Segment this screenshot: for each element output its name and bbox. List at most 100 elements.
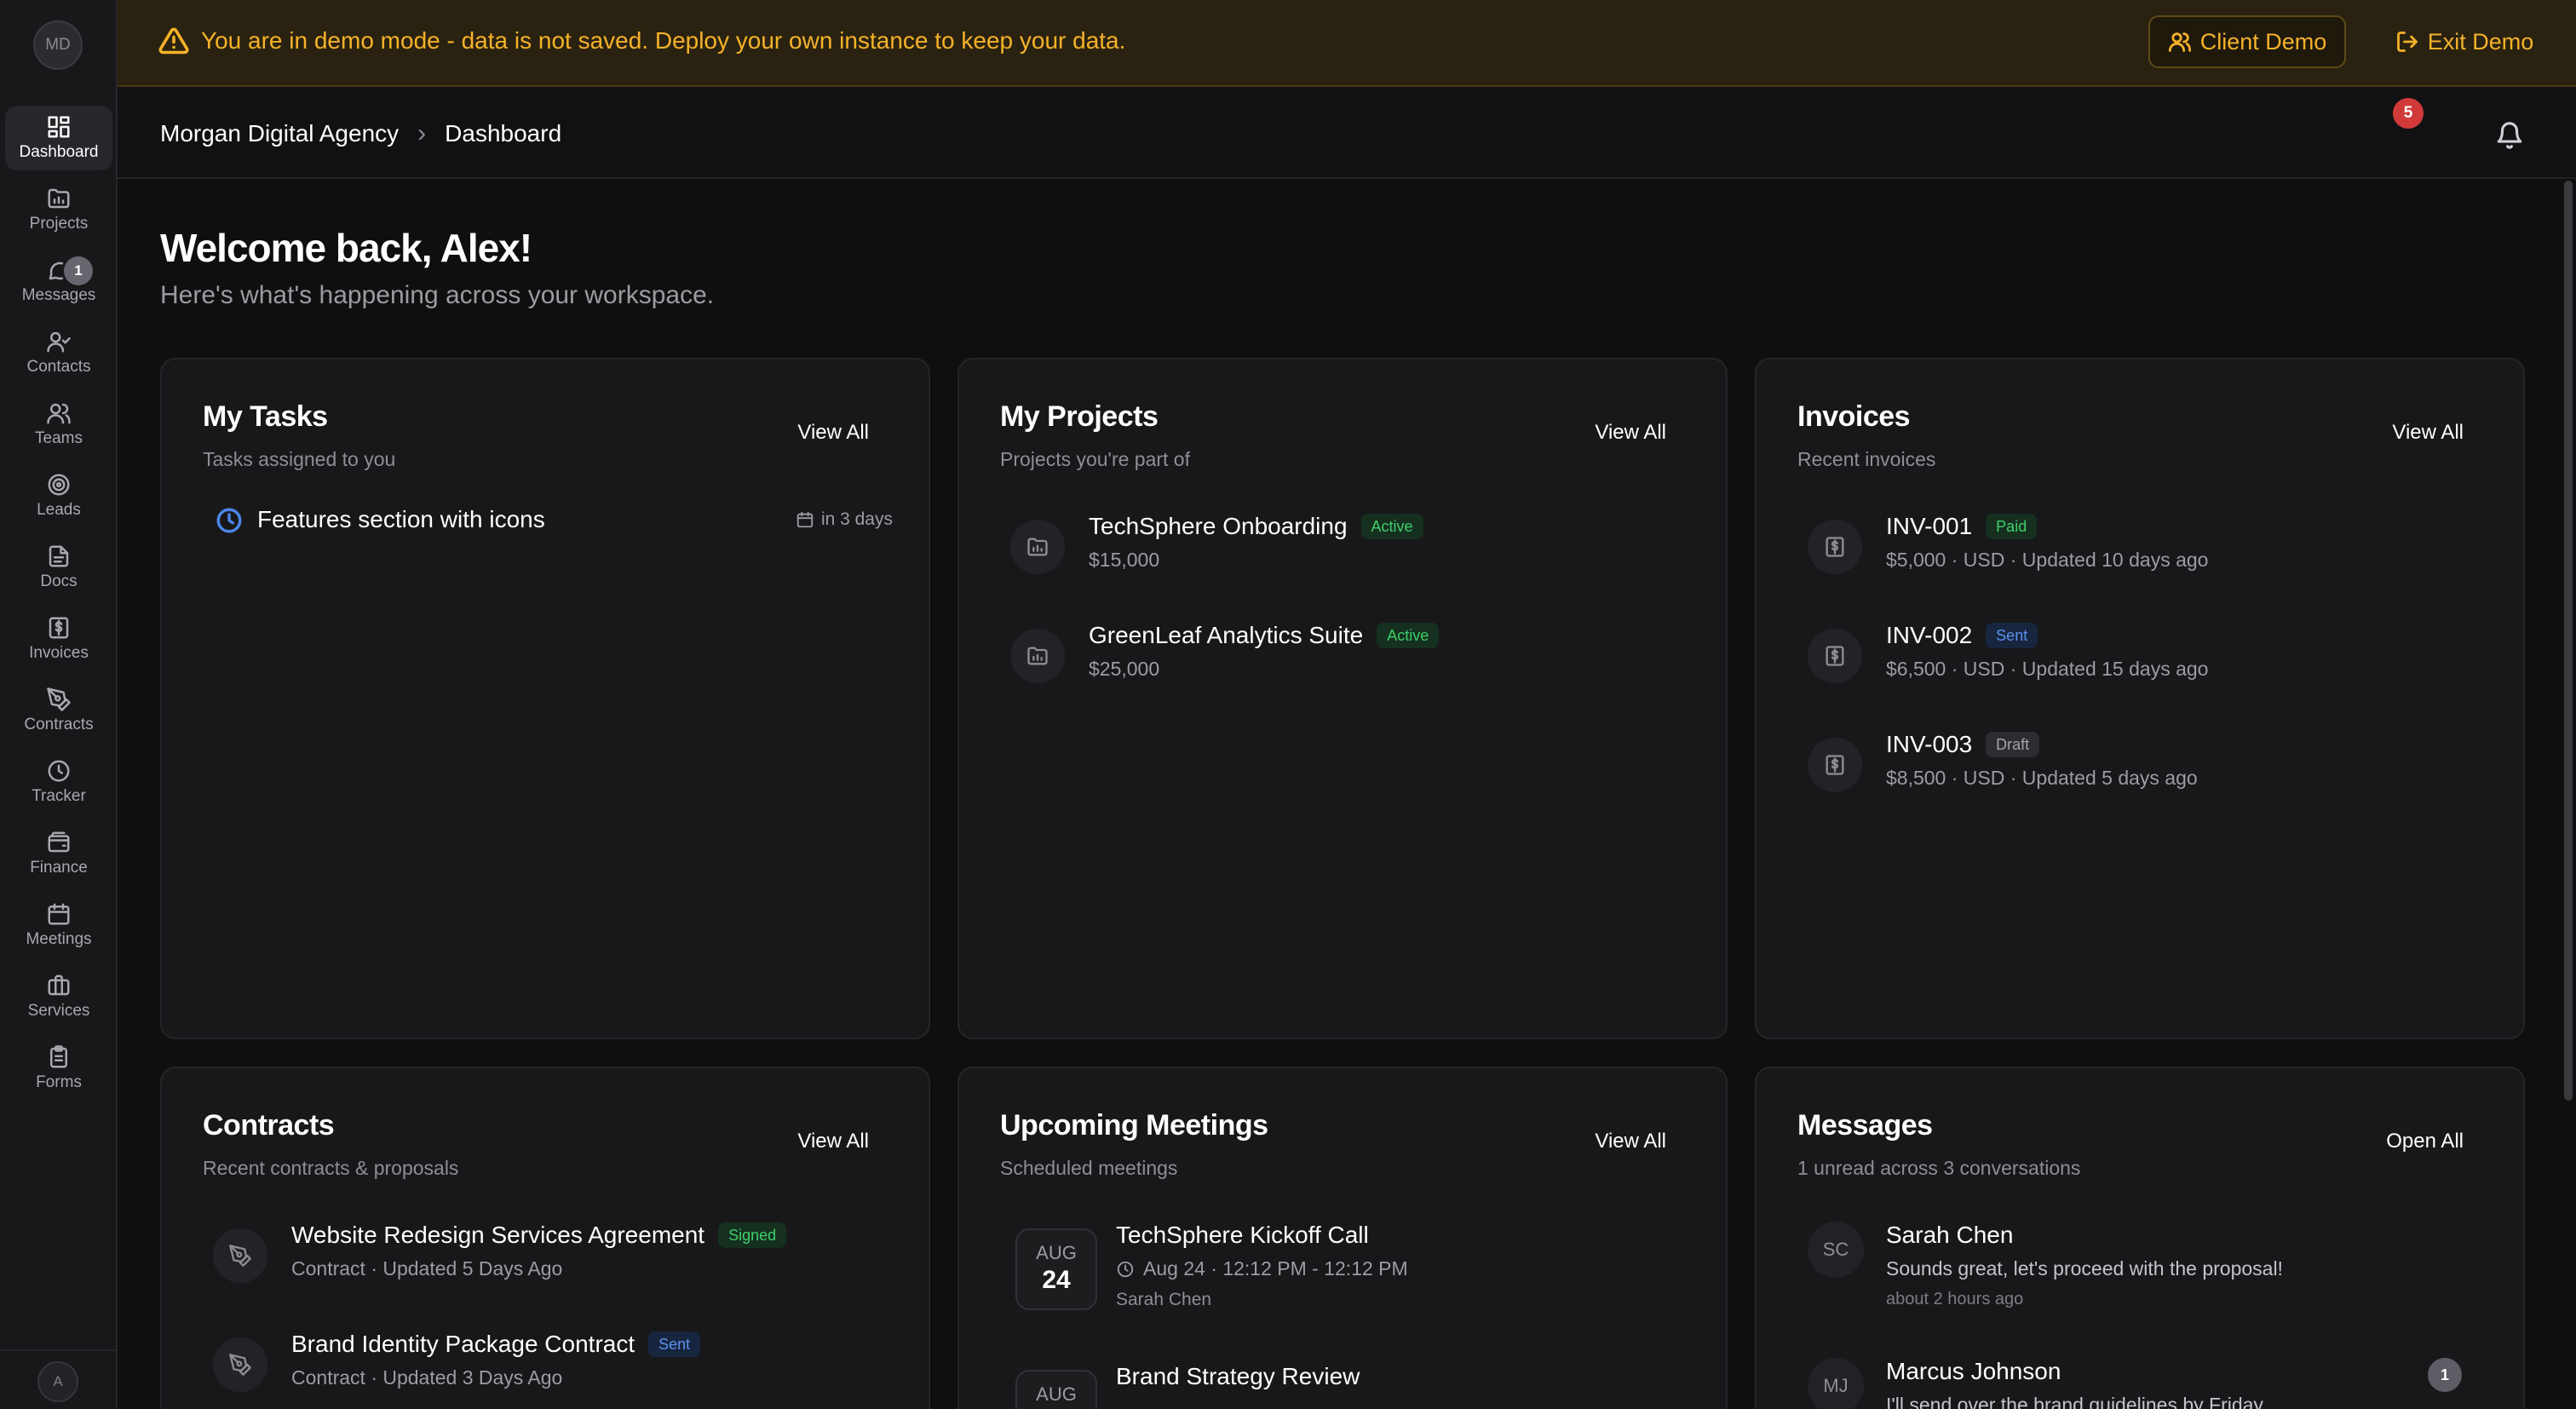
conversation-item[interactable]: SC Sarah Chen Sounds great, let's procee…	[1797, 1222, 2487, 1324]
card-subtitle: Projects you're part of	[1000, 448, 1190, 470]
card-subtitle: Scheduled meetings	[1000, 1157, 1178, 1179]
sidebar-item-teams[interactable]: Teams	[5, 392, 112, 457]
conversation-item[interactable]: MJ Marcus Johnson I'll send over the bra…	[1797, 1358, 2487, 1409]
project-item[interactable]: TechSphere Onboarding Active $15,000	[1000, 513, 1690, 584]
exit-demo-button[interactable]: Exit Demo	[2366, 15, 2562, 68]
sidebar-item-projects[interactable]: Projects	[5, 177, 112, 242]
sidebar-item-label: Forms	[36, 1073, 82, 1091]
meeting-time-text: Aug 24 · 12:12 PM - 12:12 PM	[1143, 1257, 1408, 1280]
page-subtitle: Here's what's happening across your work…	[160, 281, 715, 309]
exit-demo-label: Exit Demo	[2427, 28, 2534, 55]
meetings-view-all-link[interactable]: View All	[1595, 1130, 1666, 1153]
status-badge: Active	[1360, 514, 1423, 539]
workspace-avatar[interactable]: MD	[33, 20, 83, 70]
briefcase-icon	[48, 975, 70, 996]
warning-icon	[158, 26, 189, 56]
meeting-title: TechSphere Kickoff Call	[1116, 1222, 1369, 1248]
contract-item[interactable]: Website Redesign Services Agreement Sign…	[203, 1222, 893, 1293]
sidebar-item-forms[interactable]: Forms	[5, 1036, 112, 1101]
bell-icon	[2497, 122, 2522, 149]
user-avatar[interactable]: A	[37, 1361, 78, 1402]
invoice-id-text: INV-001	[1886, 513, 1973, 539]
invoice-meta: $6,500 · USD · Updated 15 days ago	[1886, 658, 2209, 680]
notifications-button[interactable]	[2487, 112, 2532, 157]
invoice-meta: $5,000 · USD · Updated 10 days ago	[1886, 549, 2209, 571]
invoice-item[interactable]: INV-001 Paid $5,000 · USD · Updated 10 d…	[1797, 513, 2487, 584]
meeting-month: AUG	[1036, 1242, 1077, 1263]
sidebar-item-meetings[interactable]: Meetings	[5, 893, 112, 958]
status-badge: Draft	[1986, 732, 2040, 757]
dashboard-icon	[48, 116, 70, 138]
conversation-name: Sarah Chen	[1886, 1222, 2014, 1248]
sidebar-item-contracts[interactable]: Contracts	[5, 678, 112, 743]
sidebar-item-finance[interactable]: Finance	[5, 821, 112, 886]
invoice-dollar-icon	[1808, 520, 1862, 574]
card-subtitle: 1 unread across 3 conversations	[1797, 1157, 2081, 1179]
invoice-dollar-icon	[49, 617, 69, 639]
sidebar-item-messages[interactable]: Messages 1	[5, 249, 112, 313]
project-name-text: GreenLeaf Analytics Suite	[1089, 622, 1364, 648]
contracts-view-all-link[interactable]: View All	[797, 1130, 869, 1153]
sidebar-item-label: Contracts	[24, 716, 94, 733]
project-name: TechSphere Onboarding Active	[1089, 513, 1423, 540]
conversation-preview: Sounds great, let's proceed with the pro…	[1886, 1257, 2283, 1280]
chevron-right-icon: ›	[417, 119, 427, 147]
meeting-item[interactable]: AUG 24 TechSphere Kickoff Call Aug 24 · …	[1000, 1222, 1690, 1324]
user-check-icon	[47, 331, 71, 353]
tasks-view-all-link[interactable]: View All	[797, 421, 869, 445]
users-icon	[2168, 32, 2191, 52]
sidebar-item-tracker[interactable]: Tracker	[5, 750, 112, 814]
meeting-month: AUG	[1036, 1383, 1077, 1405]
folder-chart-icon	[1010, 629, 1065, 683]
invoice-id: INV-003 Draft	[1886, 731, 2040, 758]
invoice-id: INV-002 Sent	[1886, 622, 2038, 649]
messages-unread-badge: 1	[61, 254, 95, 288]
invoices-view-all-link[interactable]: View All	[2392, 421, 2464, 445]
sidebar-item-label: Messages	[21, 286, 96, 304]
meeting-item[interactable]: AUG Brand Strategy Review	[1000, 1363, 1690, 1409]
pen-nib-icon	[213, 1228, 267, 1283]
contract-name-text: Brand Identity Package Contract	[291, 1331, 635, 1357]
card-subtitle: Tasks assigned to you	[203, 448, 396, 470]
invoice-dollar-icon	[1808, 738, 1862, 792]
demo-mode-message: You are in demo mode - data is not saved…	[201, 27, 1126, 54]
sidebar-item-services[interactable]: Services	[5, 964, 112, 1029]
wallet-icon	[48, 831, 70, 853]
sidebar-item-label: Tracker	[32, 787, 86, 805]
sidebar-item-contacts[interactable]: Contacts	[5, 320, 112, 385]
demo-mode-banner: You are in demo mode - data is not saved…	[118, 0, 2576, 87]
invoice-item[interactable]: INV-003 Draft $8,500 · USD · Updated 5 d…	[1797, 731, 2487, 802]
sidebar-item-leads[interactable]: Leads	[5, 463, 112, 528]
folder-chart-icon	[48, 188, 70, 209]
main-scrollbar[interactable]	[2564, 181, 2573, 1101]
conversation-preview: I'll send over the brand guidelines by F…	[1886, 1394, 2268, 1409]
invoice-id-text: INV-003	[1886, 731, 1973, 757]
status-badge: Sent	[648, 1331, 701, 1357]
task-item[interactable]: Features section with icons in 3 days	[203, 499, 893, 542]
client-demo-button[interactable]: Client Demo	[2148, 15, 2346, 68]
card-subtitle: Recent invoices	[1797, 448, 1936, 470]
sidebar-item-label: Finance	[30, 859, 88, 877]
breadcrumb-workspace[interactable]: Morgan Digital Agency	[160, 120, 399, 147]
invoice-id: INV-001 Paid	[1886, 513, 2038, 540]
project-item[interactable]: GreenLeaf Analytics Suite Active $25,000	[1000, 622, 1690, 693]
my-projects-card: My Projects Projects you're part of View…	[957, 358, 1728, 1039]
status-badge: Paid	[1986, 514, 2038, 539]
contract-meta: Contract · Updated 3 Days Ago	[291, 1366, 563, 1389]
project-name: GreenLeaf Analytics Suite Active	[1089, 622, 1440, 649]
invoices-card: Invoices Recent invoices View All INV-00…	[1755, 358, 2525, 1039]
contract-item[interactable]: Brand Identity Package Contract Sent Con…	[203, 1331, 893, 1402]
avatar: MJ	[1808, 1358, 1864, 1409]
sidebar-item-docs[interactable]: Docs	[5, 535, 112, 600]
sidebar-item-dashboard[interactable]: Dashboard	[5, 106, 112, 170]
sidebar-item-invoices[interactable]: Invoices	[5, 607, 112, 671]
invoice-id-text: INV-002	[1886, 622, 1973, 648]
messages-open-all-link[interactable]: Open All	[2386, 1130, 2464, 1153]
projects-view-all-link[interactable]: View All	[1595, 421, 1666, 445]
avatar: SC	[1808, 1222, 1864, 1278]
invoice-item[interactable]: INV-002 Sent $6,500 · USD · Updated 15 d…	[1797, 622, 2487, 693]
my-tasks-card: My Tasks Tasks assigned to you View All …	[160, 358, 930, 1039]
sidebar-item-label: Docs	[40, 572, 78, 590]
task-due: in 3 days	[796, 509, 893, 530]
client-demo-label: Client Demo	[2199, 28, 2327, 55]
